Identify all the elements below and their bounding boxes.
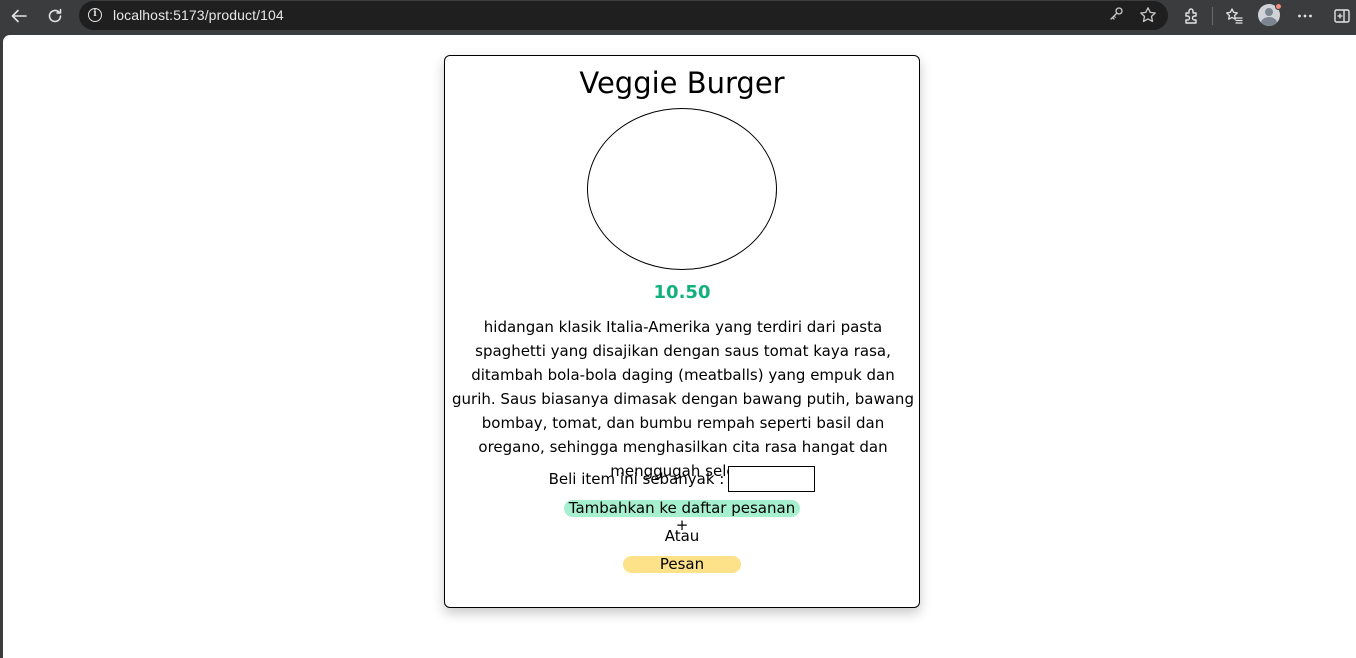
order-button[interactable]: Pesan (623, 556, 741, 573)
sidebar-toggle-icon[interactable] (1330, 4, 1354, 28)
or-separator-text: Atau (664, 527, 700, 545)
favorites-icon[interactable] (1222, 4, 1246, 28)
back-arrow-icon[interactable] (7, 4, 31, 28)
address-bar[interactable]: i localhost:5173/product/104 (79, 1, 1168, 30)
avatar-head (1265, 8, 1273, 16)
key-icon[interactable] (1107, 6, 1125, 24)
site-info-icon[interactable]: i (88, 8, 102, 22)
product-card: Veggie Burger 10.50 hidangan klasik Ital… (444, 55, 920, 608)
reload-icon[interactable] (43, 4, 67, 28)
product-image (587, 108, 777, 270)
product-price: 10.50 (653, 282, 711, 303)
address-url[interactable]: localhost:5173/product/104 (113, 7, 284, 23)
product-title: Veggie Burger (579, 66, 785, 100)
product-description: hidangan klasik Italia-Amerika yang terd… (452, 318, 914, 480)
quantity-label: Beli item ini sebanyak : (548, 470, 725, 488)
page-viewport: Veggie Burger 10.50 hidangan klasik Ital… (3, 35, 1356, 658)
browser-toolbar: i localhost:5173/product/104 (0, 0, 1356, 32)
star-icon[interactable] (1139, 6, 1157, 24)
quantity-input[interactable] (728, 466, 816, 492)
add-to-order-list-button[interactable]: Tambahkan ke daftar pesanan + (564, 500, 800, 534)
quantity-row: Beli item ini sebanyak : (445, 466, 919, 492)
avatar-body (1261, 17, 1277, 26)
more-menu-icon[interactable] (1293, 4, 1317, 28)
extensions-icon[interactable] (1180, 4, 1204, 28)
toolbar-separator (1212, 7, 1213, 25)
profile-notification-dot (1275, 3, 1282, 10)
